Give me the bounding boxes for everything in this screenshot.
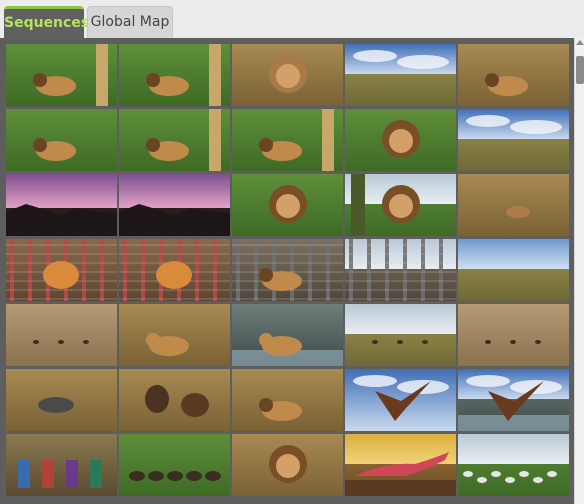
thumbnail-cattle-herd-grassland[interactable] xyxy=(119,434,230,496)
thumbnail-panel xyxy=(0,38,574,504)
thumbnail-image xyxy=(458,174,569,236)
thumbnail-bird-of-prey-flying[interactable] xyxy=(345,369,456,431)
thumbnail-image xyxy=(345,109,456,171)
thumbnail-dry-savanna-grazers[interactable] xyxy=(458,304,569,366)
thumbnail-lion-closeup-valley[interactable] xyxy=(345,174,456,236)
thumbnail-impala-in-bush[interactable] xyxy=(458,174,569,236)
thumbnail-vultures-feeding[interactable] xyxy=(119,369,230,431)
thumbnail-image xyxy=(458,434,569,496)
thumbnail-lion-lying-in-grass-2[interactable] xyxy=(232,109,343,171)
thumbnail-image xyxy=(345,369,456,431)
thumbnail-tiger-behind-red-fence-2[interactable] xyxy=(119,239,230,301)
thumbnail-purple-sunset-cliff[interactable] xyxy=(6,174,117,236)
thumbnail-cheetah-distant-dry-plain[interactable] xyxy=(6,304,117,366)
thumbnail-image xyxy=(345,44,456,106)
tab-global-map[interactable]: Global Map xyxy=(87,6,173,38)
tab-bar: Sequences Global Map xyxy=(0,0,584,40)
thumbnail-image xyxy=(345,304,456,366)
thumbnail-image xyxy=(119,174,230,236)
thumbnail-lion-in-grass-behind-tree[interactable] xyxy=(6,44,117,106)
thumbnail-image xyxy=(6,369,117,431)
thumbnail-image xyxy=(232,434,343,496)
sequence-browser-window: Sequences Global Map xyxy=(0,0,584,504)
thumbnail-image xyxy=(119,44,230,106)
thumbnail-image xyxy=(6,304,117,366)
thumbnail-image xyxy=(119,109,230,171)
thumbnail-image xyxy=(345,434,456,496)
thumbnail-savanna-landscape-cloudy-sky-2[interactable] xyxy=(458,109,569,171)
thumbnail-lioness-drinking-water[interactable] xyxy=(232,304,343,366)
thumbnail-wildebeest-dry-grass[interactable] xyxy=(6,369,117,431)
thumbnail-image xyxy=(458,304,569,366)
thumbnail-image xyxy=(232,44,343,106)
thumbnail-male-lion-closeup[interactable] xyxy=(232,434,343,496)
thumbnail-lion-sitting-portrait[interactable] xyxy=(345,109,456,171)
thumbnail-lion-with-prey[interactable] xyxy=(232,369,343,431)
thumbnail-image xyxy=(232,369,343,431)
thumbnail-purple-sunset-hills[interactable] xyxy=(119,174,230,236)
thumbnail-image xyxy=(232,174,343,236)
thumbnail-image xyxy=(119,239,230,301)
scroll-up-arrow-icon[interactable] xyxy=(576,40,584,45)
vertical-scrollbar[interactable] xyxy=(574,38,584,504)
thumbnail-image xyxy=(232,304,343,366)
thumbnail-lion-in-bushes[interactable] xyxy=(232,174,343,236)
scrollbar-thumb[interactable] xyxy=(576,56,584,84)
thumbnail-maasai-people-gathering[interactable] xyxy=(6,434,117,496)
thumbnail-image xyxy=(458,239,569,301)
thumbnail-image xyxy=(232,239,343,301)
thumbnail-enclosure-fence-field[interactable] xyxy=(345,239,456,301)
thumbnail-image xyxy=(458,109,569,171)
thumbnail-zebra-herd-savanna[interactable] xyxy=(458,434,569,496)
thumbnail-tiger-behind-red-fence[interactable] xyxy=(6,239,117,301)
thumbnail-lioness-walking-toward-camera[interactable] xyxy=(119,304,230,366)
thumbnail-image xyxy=(458,369,569,431)
thumbnail-lion-walking-dry-grass[interactable] xyxy=(458,44,569,106)
thumbnail-image xyxy=(6,239,117,301)
tab-sequences[interactable]: Sequences xyxy=(4,6,89,38)
thumbnail-image xyxy=(119,369,230,431)
thumbnail-lions-resting-in-grass[interactable] xyxy=(6,109,117,171)
thumbnail-image xyxy=(6,434,117,496)
thumbnail-lion-behind-tree[interactable] xyxy=(119,109,230,171)
thumbnail-eagle-over-lake[interactable] xyxy=(458,369,569,431)
thumbnail-grid xyxy=(6,44,569,496)
thumbnail-lion-lying-in-grass[interactable] xyxy=(119,44,230,106)
thumbnail-savanna-landscape-cloudy-sky[interactable] xyxy=(345,44,456,106)
thumbnail-image xyxy=(6,174,117,236)
thumbnail-image xyxy=(6,44,117,106)
thumbnail-image xyxy=(232,109,343,171)
thumbnail-image xyxy=(345,174,456,236)
thumbnail-dry-plain-animals-distance[interactable] xyxy=(345,304,456,366)
thumbnail-tall-grass-field[interactable] xyxy=(458,239,569,301)
thumbnail-image xyxy=(6,109,117,171)
thumbnail-image xyxy=(458,44,569,106)
thumbnail-image xyxy=(119,304,230,366)
thumbnail-lioness-portrait[interactable] xyxy=(232,44,343,106)
thumbnail-lion-enclosure[interactable] xyxy=(232,239,343,301)
thumbnail-image xyxy=(119,434,230,496)
thumbnail-red-agama-lizard[interactable] xyxy=(345,434,456,496)
thumbnail-image xyxy=(345,239,456,301)
